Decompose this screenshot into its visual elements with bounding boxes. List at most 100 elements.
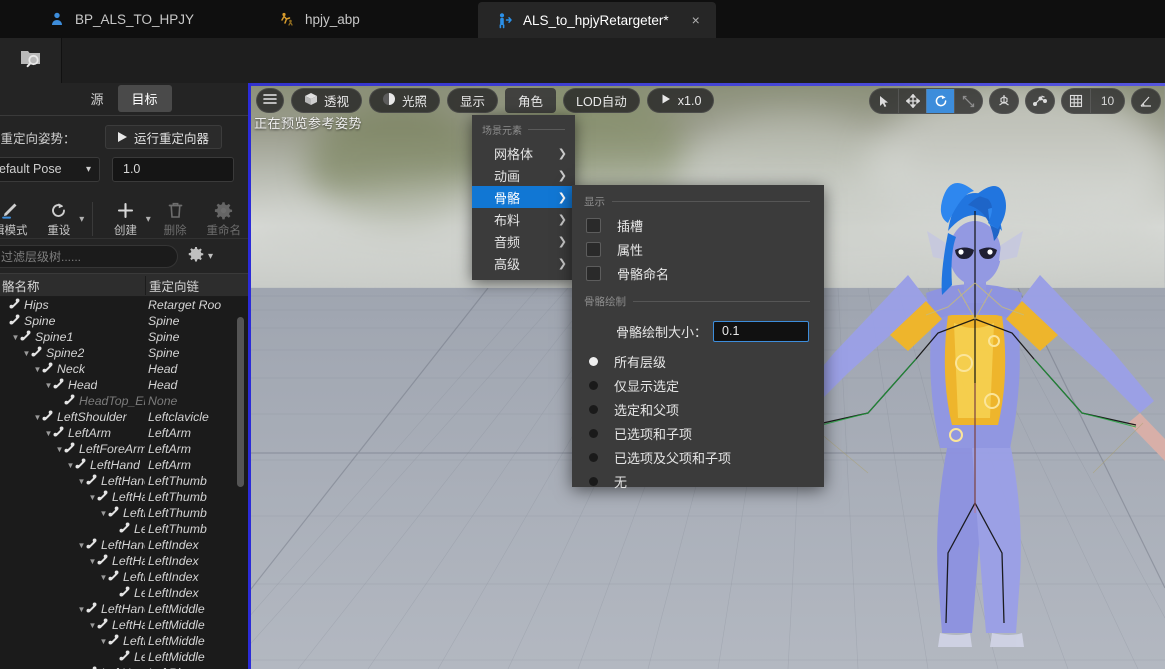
content-browser-button[interactable] bbox=[0, 38, 62, 83]
submenu-checkbox-row[interactable]: 骨骼命名 bbox=[572, 261, 824, 285]
delete-button[interactable]: 删除 bbox=[151, 200, 200, 238]
viewport-playback-speed-button[interactable]: x1.0 bbox=[646, 88, 715, 113]
viewport-show-button[interactable]: 显示 bbox=[447, 88, 499, 113]
checkbox-icon[interactable] bbox=[586, 241, 601, 257]
context-menu-item[interactable]: 高级 ❯ bbox=[472, 252, 575, 274]
tree-expander-icon[interactable]: ▼ bbox=[44, 429, 53, 438]
bone-hierarchy-tree[interactable]: Hips Retarget Roo Spine Spine ▼ Spine1 Spine ▼ S… bbox=[0, 297, 248, 669]
cursor-select-icon[interactable] bbox=[870, 89, 898, 113]
context-menu-item[interactable]: 音频 ❯ bbox=[472, 230, 575, 252]
radio-icon[interactable] bbox=[589, 428, 598, 438]
pose-select[interactable]: efault Pose ▾ bbox=[0, 156, 100, 182]
checkbox-icon[interactable] bbox=[586, 217, 601, 233]
target-tab[interactable]: 目标 bbox=[117, 84, 172, 112]
radio-icon[interactable] bbox=[589, 380, 598, 390]
tree-row[interactable]: Spine Spine bbox=[0, 313, 248, 329]
move-gizmo-icon[interactable] bbox=[898, 89, 926, 113]
tree-row[interactable]: ▼ Spine1 Spine bbox=[0, 329, 248, 345]
submenu-radio-row[interactable]: 所有层级 bbox=[572, 349, 824, 373]
viewport-lighting-button[interactable]: 光照 bbox=[369, 88, 441, 113]
radio-icon[interactable] bbox=[589, 404, 598, 414]
tree-row[interactable]: LeftHancLeftMiddle bbox=[0, 649, 248, 665]
rename-button[interactable]: 重命名 bbox=[199, 200, 248, 238]
tree-scrollbar[interactable] bbox=[237, 317, 244, 487]
tree-row[interactable]: ▼ LeftHandNLeftMiddle bbox=[0, 633, 248, 649]
submenu-radio-row[interactable]: 已选项和子项 bbox=[572, 421, 824, 445]
source-tab[interactable]: 源 bbox=[76, 85, 117, 112]
submenu-radio-row[interactable]: 无 bbox=[572, 469, 824, 493]
tree-row[interactable]: ▼LeftHandRingLeftRing bbox=[0, 665, 248, 669]
scale-gizmo-icon[interactable] bbox=[954, 89, 982, 113]
grid-snap-value[interactable]: 10 bbox=[1090, 89, 1124, 113]
tree-row[interactable]: Hips Retarget Roo bbox=[0, 297, 248, 313]
column-header-bone-name[interactable]: 骼名称 bbox=[0, 276, 145, 295]
tree-row[interactable]: ▼ LeftHandThɪLeftThumb bbox=[0, 489, 248, 505]
rotate-gizmo-icon[interactable] bbox=[926, 89, 954, 113]
tree-row[interactable]: LeftHancLeftThumb bbox=[0, 521, 248, 537]
context-menu-item[interactable]: 网格体 ❯ bbox=[472, 142, 575, 164]
tree-row[interactable]: ▼ Neck Head bbox=[0, 361, 248, 377]
tree-expander-icon[interactable]: ▼ bbox=[44, 381, 53, 390]
grid-snap-icon[interactable] bbox=[1062, 89, 1090, 113]
tree-expander-icon[interactable]: ▼ bbox=[77, 541, 86, 550]
tree-expander-icon[interactable]: ▼ bbox=[77, 477, 86, 486]
close-icon[interactable]: × bbox=[692, 12, 700, 28]
tree-row[interactable]: ▼ LeftHandIɪLeftIndex bbox=[0, 569, 248, 585]
viewport-options-button[interactable] bbox=[256, 88, 284, 113]
coordinate-space-button[interactable] bbox=[989, 88, 1019, 114]
radio-icon[interactable] bbox=[589, 356, 598, 366]
surface-snap-button[interactable] bbox=[1025, 88, 1055, 114]
viewport-character-button[interactable]: 角色 bbox=[505, 88, 557, 113]
column-header-retarget-chain[interactable]: 重定向链 bbox=[145, 275, 248, 295]
tree-row[interactable]: ▼ LeftArm LeftArm bbox=[0, 425, 248, 441]
tab-hpjy-abp[interactable]: hpjy_abp bbox=[260, 0, 478, 38]
edit-mode-button[interactable]: 辑模式 bbox=[0, 200, 35, 238]
run-retargeter-button[interactable]: 运行重定向器 bbox=[105, 125, 223, 149]
tree-row[interactable]: LeftHancLeftIndex bbox=[0, 585, 248, 601]
3d-viewport[interactable]: 正在预览参考姿势 透视 光照 显示 角色 LOD自动 x1.0 10 场景元素 … bbox=[248, 83, 1165, 669]
tree-row[interactable]: ▼ LeftForeArm LeftArm bbox=[0, 441, 248, 457]
tree-row[interactable]: ▼ Head Head bbox=[0, 377, 248, 393]
context-menu-item[interactable]: 布料 ❯ bbox=[472, 208, 575, 230]
tree-row[interactable]: ▼ LeftHandMiɪLeftMiddle bbox=[0, 617, 248, 633]
tree-expander-icon[interactable]: ▼ bbox=[55, 445, 64, 454]
tree-row[interactable]: HeadTop_EndNone bbox=[0, 393, 248, 409]
scale-input[interactable]: 1.0 bbox=[112, 156, 234, 182]
tree-expander-icon[interactable]: ▼ bbox=[33, 413, 42, 422]
tree-row[interactable]: ▼ LeftShoulder Leftclavicle bbox=[0, 409, 248, 425]
viewport-perspective-button[interactable]: 透视 bbox=[291, 88, 363, 113]
tree-expander-icon[interactable]: ▼ bbox=[99, 637, 108, 646]
tab-als-to-hpjy-retargeter[interactable]: ALS_to_hpjyRetargeter* × bbox=[478, 2, 716, 38]
tree-row[interactable]: ▼ LeftHand LeftArm bbox=[0, 457, 248, 473]
viewport-lod-button[interactable]: LOD自动 bbox=[563, 88, 640, 113]
submenu-checkbox-row[interactable]: 插槽 bbox=[572, 213, 824, 237]
tree-expander-icon[interactable]: ▼ bbox=[77, 605, 86, 614]
create-button[interactable]: 创建 bbox=[101, 200, 150, 238]
radio-icon[interactable] bbox=[589, 452, 598, 462]
tree-expander-icon[interactable]: ▼ bbox=[88, 621, 97, 630]
angle-snap-button[interactable] bbox=[1131, 88, 1161, 114]
tree-expander-icon[interactable]: ▼ bbox=[22, 349, 31, 358]
tree-expander-icon[interactable]: ▼ bbox=[11, 333, 20, 342]
radio-icon[interactable] bbox=[589, 476, 598, 486]
tree-expander-icon[interactable]: ▼ bbox=[99, 573, 108, 582]
search-input[interactable]: 过滤层级树...... bbox=[0, 244, 178, 268]
tree-expander-icon[interactable]: ▼ bbox=[88, 493, 97, 502]
tree-expander-icon[interactable]: ▼ bbox=[88, 557, 97, 566]
tree-expander-icon[interactable]: ▼ bbox=[66, 461, 75, 470]
tree-expander-icon[interactable]: ▼ bbox=[99, 509, 108, 518]
tab-bp-als-to-hpjy[interactable]: BP_ALS_TO_HPJY bbox=[30, 0, 260, 38]
context-menu-item[interactable]: 动画 ❯ bbox=[472, 164, 575, 186]
hierarchy-settings-button[interactable]: ▾ bbox=[188, 246, 213, 267]
tree-row[interactable]: ▼ LeftHandInde:LeftIndex bbox=[0, 537, 248, 553]
tree-row[interactable]: ▼ Spine2 Spine bbox=[0, 345, 248, 361]
checkbox-icon[interactable] bbox=[586, 265, 601, 281]
submenu-radio-row[interactable]: 选定和父项 bbox=[572, 397, 824, 421]
reset-dropdown-icon[interactable]: ▾ bbox=[79, 214, 84, 225]
tree-row[interactable]: ▼ LeftHandTLeftThumb bbox=[0, 505, 248, 521]
submenu-radio-row[interactable]: 已选项及父项和子项 bbox=[572, 445, 824, 469]
reset-button[interactable]: 重设 bbox=[35, 200, 84, 238]
submenu-checkbox-row[interactable]: 属性 bbox=[572, 237, 824, 261]
bone-draw-size-input[interactable]: 0.1 bbox=[713, 320, 810, 342]
tree-expander-icon[interactable]: ▼ bbox=[33, 365, 42, 374]
